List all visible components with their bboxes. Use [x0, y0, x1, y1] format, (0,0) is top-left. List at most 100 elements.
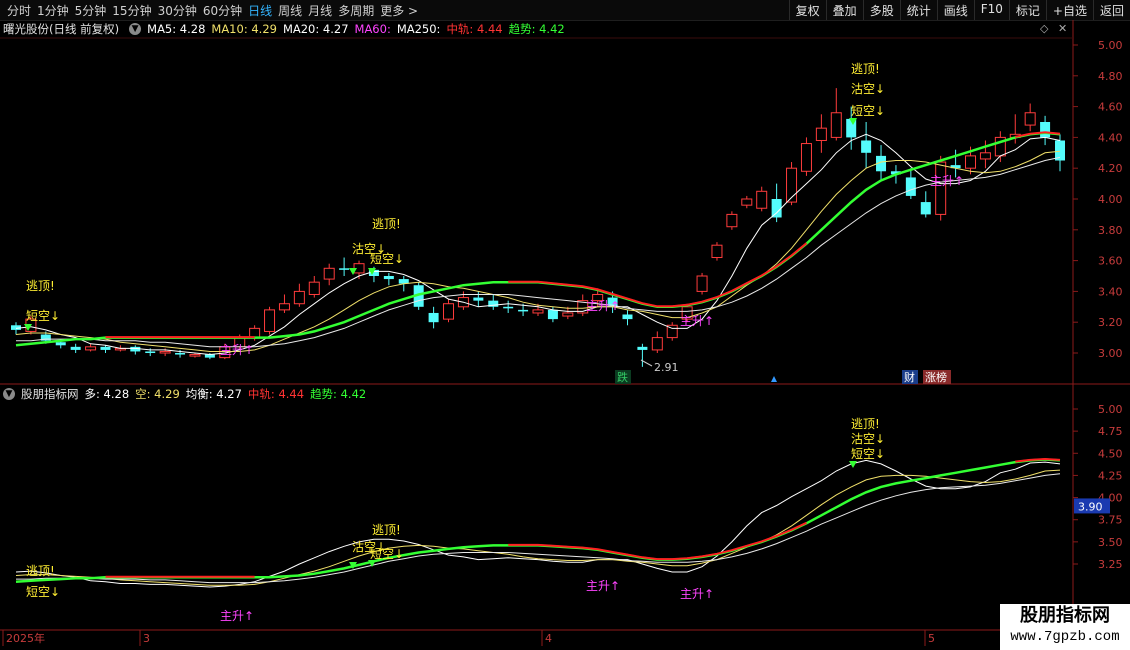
sub-annotation-5: 逃顶! — [851, 417, 880, 431]
sub-annotation-8: 主升↑ — [220, 609, 254, 623]
xaxis-label-3: 5 — [928, 632, 935, 645]
sub-series-3 — [15, 458, 1061, 583]
watermark-title: 股朋指标网 — [1020, 605, 1110, 626]
main-annotation-10: 主升↑ — [680, 314, 714, 328]
candle-body-42 — [637, 346, 648, 350]
candle-body-21 — [323, 267, 335, 280]
candle-body-10 — [159, 350, 171, 354]
main-annotation-2: 逃顶! — [372, 217, 401, 231]
xaxis-label-0: 2025年 — [6, 631, 45, 645]
kline-chart[interactable]: 5.00 4.80 4.60 4.40 4.20 4.00 3.80 3.60 3.40 3.20… — [0, 0, 1130, 650]
candle-body-12 — [189, 354, 201, 357]
main-ytick-2: 4.60 — [1098, 101, 1123, 114]
xaxis-label-1: 3 — [143, 632, 150, 645]
badge-1: 财 — [904, 370, 915, 384]
candle-body-51 — [771, 199, 782, 218]
candle-body-17 — [264, 309, 276, 332]
main-series-0 — [15, 133, 1061, 356]
candle-body-20 — [308, 281, 320, 295]
main-annotation-9: 主升↑ — [586, 299, 620, 313]
main-annotation-1: 短空↓ — [26, 309, 60, 323]
main-ytick-10: 3.00 — [1098, 347, 1123, 360]
candle-body-57 — [861, 140, 872, 153]
candle-body-31 — [473, 297, 484, 301]
candle-body-18 — [278, 303, 290, 311]
sub-annotation-0: 逃顶! — [26, 564, 55, 578]
main-ytick-3: 4.40 — [1098, 131, 1123, 144]
sub-annotation-10: 主升↑ — [680, 587, 714, 601]
candle-body-9 — [145, 351, 156, 353]
sub-annotation-6: 沽空↓ — [851, 432, 885, 446]
candle-body-64 — [965, 155, 977, 169]
sub-annotation-1: 短空↓ — [26, 585, 60, 599]
main-ytick-8: 3.40 — [1098, 285, 1123, 298]
main-annotation-7: 短空↓ — [851, 104, 885, 118]
badge-2: 涨榜 — [925, 370, 947, 384]
sub-annotation-4: 短空↓ — [370, 547, 404, 561]
sub-ytick-3: 4.25 — [1098, 469, 1123, 482]
main-series-2 — [16, 156, 1061, 348]
candle-body-25 — [383, 276, 394, 280]
candle-body-48 — [726, 213, 738, 228]
sub-ytick-0: 5.00 — [1098, 403, 1123, 416]
main-annotation-6: 沽空↓ — [851, 82, 885, 96]
watermark-url: www.7gpzb.com — [1010, 629, 1120, 645]
main-annotation-5: 逃顶! — [851, 62, 880, 76]
candle-body-28 — [428, 312, 439, 323]
low-label: 2.91 — [654, 361, 679, 374]
sub-ytick-5: 3.75 — [1098, 514, 1123, 527]
main-annotation-4: 短空↓ — [370, 252, 404, 266]
sub-midline-b — [508, 521, 807, 561]
candle-body-55 — [830, 112, 842, 138]
candle-body-35 — [532, 309, 544, 314]
candle-body-3 — [55, 342, 66, 346]
sub-series-2 — [16, 473, 1061, 584]
main-ytick-1: 4.80 — [1098, 70, 1123, 83]
main-ytick-7: 3.60 — [1098, 255, 1123, 268]
sub-ytick-1: 4.75 — [1098, 425, 1123, 438]
cursor-value: 3.90 — [1078, 500, 1103, 513]
main-ytick-6: 3.80 — [1098, 224, 1123, 237]
candle-body-34 — [518, 309, 529, 312]
main-annotation-11: 主升↑ — [930, 174, 964, 188]
main-series-1 — [15, 150, 1061, 352]
badge-0: 跌 — [617, 370, 628, 384]
sub-annotation-7: 短空↓ — [851, 447, 885, 461]
candle-body-13 — [204, 354, 215, 358]
candle-body-41 — [622, 314, 633, 320]
candle-body-46 — [696, 275, 708, 292]
up-marker-icon — [771, 376, 777, 382]
candle-body-33 — [503, 306, 514, 309]
candle-body-43 — [651, 337, 663, 351]
candle-body-69 — [1040, 122, 1051, 138]
candle-body-29 — [443, 303, 455, 320]
main-ytick-9: 3.20 — [1098, 316, 1123, 329]
candle-body-22 — [339, 268, 350, 270]
main-midline-b — [508, 242, 808, 308]
xaxis-label-2: 4 — [545, 632, 552, 645]
main-ytick-5: 4.00 — [1098, 193, 1123, 206]
main-annotation-8: 主升↑ — [220, 343, 254, 357]
candle-body-60 — [905, 177, 916, 196]
candle-body-62 — [935, 161, 947, 215]
sub-annotation-9: 主升↑ — [586, 579, 620, 593]
candle-body-4 — [70, 346, 81, 350]
sub-series-1 — [15, 469, 1061, 586]
candle-body-11 — [175, 353, 186, 355]
candle-body-6 — [100, 346, 111, 350]
candle-body-61 — [920, 202, 931, 215]
candle-body-47 — [711, 244, 723, 259]
sub-ytick-6: 3.50 — [1098, 536, 1123, 549]
main-ytick-4: 4.20 — [1098, 162, 1123, 175]
sub-ytick-7: 3.25 — [1098, 558, 1123, 571]
candle-body-68 — [1024, 112, 1036, 126]
sub-annotation-2: 逃顶! — [372, 523, 401, 537]
candle-body-49 — [741, 198, 753, 206]
sub-ytick-2: 4.50 — [1098, 447, 1123, 460]
candle-body-19 — [293, 290, 305, 305]
main-annotation-0: 逃顶! — [26, 279, 55, 293]
candle-body-53 — [800, 143, 812, 172]
candle-body-5 — [85, 346, 97, 351]
site-watermark: 股朋指标网 www.7gpzb.com — [1000, 604, 1130, 650]
sub-series-0 — [15, 459, 1061, 588]
